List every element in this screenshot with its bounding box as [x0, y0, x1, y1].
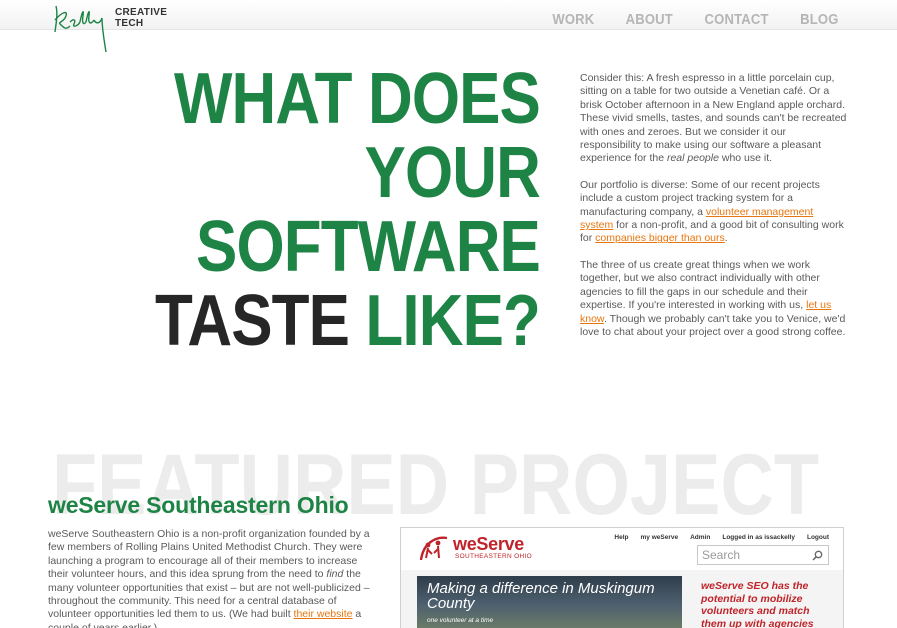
intro-p1-text: Consider this: A fresh espresso in a lit…: [580, 72, 847, 165]
intro-text: Consider this: A fresh espresso in a lit…: [580, 72, 848, 352]
intro-paragraph-1: Consider this: A fresh espresso in a lit…: [580, 72, 848, 166]
intro-p1-text-end: who use it.: [718, 152, 773, 165]
weserve-figures-logo-icon: [419, 536, 448, 561]
logo-line-2: TECH: [115, 18, 144, 29]
weserve-help-link: Help: [614, 534, 629, 541]
nav-contact[interactable]: CONTACT: [705, 12, 769, 28]
project-desc-text: weServe Southeastern Ohio is a non-profi…: [48, 528, 370, 581]
intro-paragraph-2: Our portfolio is diverse: Some of our re…: [580, 179, 848, 246]
nav-blog[interactable]: BLOG: [800, 12, 838, 28]
intro-paragraph-3: The three of us create great things when…: [580, 259, 848, 339]
their-website-link[interactable]: their website: [294, 608, 353, 620]
logo-wordmark[interactable]: CREATIVE TECH: [115, 7, 167, 29]
weserve-brand: weServe: [453, 534, 524, 554]
companies-bigger-link[interactable]: companies bigger than ours: [595, 232, 725, 244]
headline-line-3: SOFTWARE: [196, 207, 541, 287]
weserve-hero-banner: Making a difference in Muskingum County …: [417, 576, 682, 628]
intro-p3-text: The three of us create great things when…: [580, 258, 820, 312]
headline-line-2: YOUR: [364, 133, 541, 213]
weserve-top-links: Help my weServe Admin Logged in as issac…: [602, 534, 829, 541]
weserve-myweserve-link: my weServe: [640, 534, 679, 541]
nav-about[interactable]: ABOUT: [625, 12, 672, 28]
weserve-hero-title: Making a difference in Muskingum County: [427, 580, 655, 612]
site-header: CREATIVE TECH WORK ABOUT CONTACT BLOG: [0, 0, 897, 53]
weserve-hero-subtitle: one volunteer at a time: [427, 617, 494, 624]
logo-line-1: CREATIVE: [115, 7, 168, 18]
headline-taste: TASTE: [155, 281, 350, 361]
main-nav: WORK ABOUT CONTACT BLOG: [524, 12, 841, 28]
weserve-login-status: Logged in as issackelly: [722, 534, 795, 541]
hero-headline: WHAT DOES YOUR SOFTWARE TASTE LIKE?: [80, 59, 541, 361]
project-screenshot[interactable]: weServe SOUTHEASTERN OHIO Help my weServ…: [400, 527, 844, 628]
nav-work[interactable]: WORK: [552, 12, 594, 28]
headline-like: LIKE?: [349, 281, 540, 361]
weserve-side-text: weServe SEO has the potential to mobiliz…: [701, 580, 814, 628]
headline-line-1: WHAT DOES: [173, 59, 541, 139]
weserve-admin-link: Admin: [690, 534, 711, 541]
screenshot-header: weServe SOUTHEASTERN OHIO Help my weServ…: [401, 528, 843, 570]
project-description: weServe Southeastern Ohio is a non-profi…: [48, 528, 380, 628]
intro-p2-text-end: .: [724, 232, 728, 245]
project-desc-emphasis: find: [326, 568, 344, 581]
search-icon: [812, 550, 823, 561]
intro-p1-emphasis: real people: [666, 152, 719, 165]
project-title: weServe Southeastern Ohio: [48, 492, 349, 518]
weserve-subtitle: SOUTHEASTERN OHIO: [455, 553, 532, 560]
weserve-search-box: Search: [697, 545, 829, 565]
weserve-search-placeholder: Search: [702, 548, 741, 562]
intro-p3-text-end: . Though we probably can't take you to V…: [580, 312, 846, 338]
kelly-signature-logo[interactable]: [50, 2, 112, 54]
headline-line-4: TASTE LIKE?: [144, 281, 541, 361]
weserve-logout-link: Logout: [806, 534, 829, 541]
